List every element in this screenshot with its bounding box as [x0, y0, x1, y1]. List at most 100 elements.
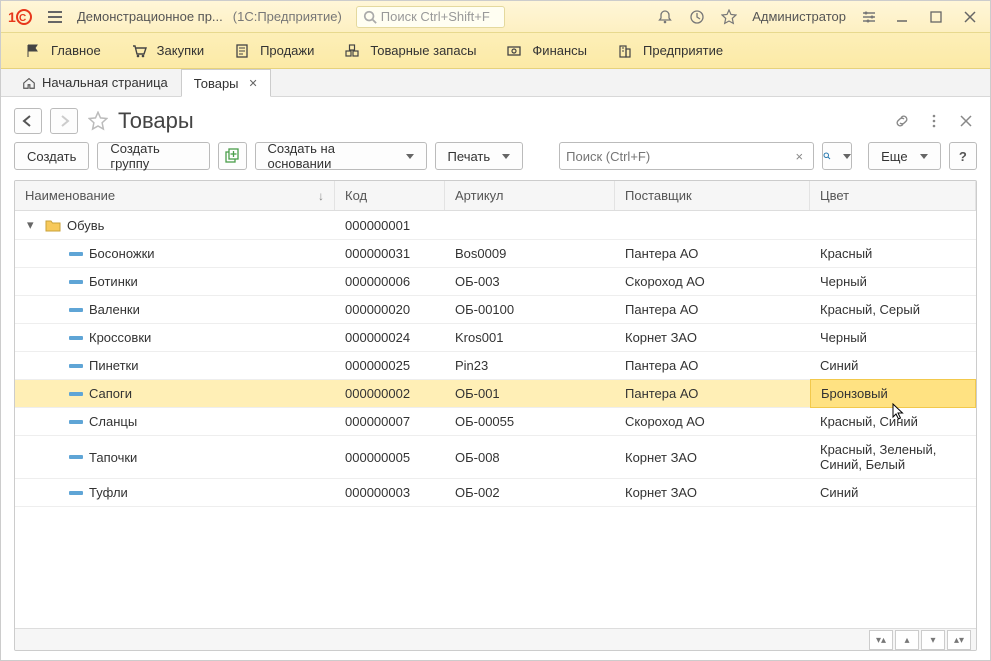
close-window-button[interactable]: [956, 4, 984, 30]
nav-label: Главное: [51, 43, 101, 58]
create-group-button[interactable]: Создать группу: [97, 142, 210, 170]
nav-item-5[interactable]: Предприятие: [603, 37, 737, 65]
minimize-button[interactable]: [888, 4, 916, 30]
scroll-down-icon[interactable]: ▾: [921, 630, 945, 650]
table-row[interactable]: Валенки000000020ОБ-00100Пантера АОКрасны…: [15, 296, 976, 324]
page-title: Товары: [118, 108, 194, 134]
search-icon: [363, 10, 377, 24]
star-icon[interactable]: [716, 4, 742, 30]
clear-search-icon[interactable]: ×: [792, 149, 808, 164]
table-row[interactable]: Сапоги000000002ОБ-001Пантера АОБронзовый: [15, 380, 976, 408]
money-icon: [506, 43, 522, 59]
nav-label: Товарные запасы: [370, 43, 476, 58]
th-color[interactable]: Цвет: [810, 181, 976, 210]
content-area: Товары Создать Создать группу Создать на…: [0, 96, 991, 661]
user-label[interactable]: Администратор: [752, 9, 846, 24]
scroll-up-icon[interactable]: ▴: [895, 630, 919, 650]
table-row[interactable]: Кроссовки000000024Kros001Корнет ЗАОЧерны…: [15, 324, 976, 352]
row-name: Сланцы: [89, 414, 137, 429]
table-row[interactable]: Ботинки000000006ОБ-003Скороход АОЧерный: [15, 268, 976, 296]
tree-toggle-icon[interactable]: ▾: [27, 217, 39, 233]
scroll-top-icon[interactable]: ▾▴: [869, 630, 893, 650]
more-vert-icon[interactable]: [923, 110, 945, 132]
cell-name: Кроссовки: [15, 324, 335, 351]
nav-item-4[interactable]: Финансы: [492, 37, 601, 65]
cell-name: Ботинки: [15, 268, 335, 295]
cell-supplier: Пантера АО: [615, 240, 810, 267]
create-button[interactable]: Создать: [14, 142, 89, 170]
row-name: Тапочки: [89, 450, 137, 465]
item-icon: [69, 280, 83, 284]
toolbar: Создать Создать группу Создать на основа…: [14, 142, 977, 170]
nav-forward-button[interactable]: [50, 108, 78, 134]
cell-name: Тапочки: [15, 436, 335, 478]
cell-color: Синий: [810, 352, 976, 379]
scroll-bottom-icon[interactable]: ▴▾: [947, 630, 971, 650]
app-title: Демонстрационное пр...: [77, 9, 223, 24]
list-search[interactable]: ×: [559, 142, 814, 170]
row-name: Босоножки: [89, 246, 155, 261]
cell-article: ОБ-003: [445, 268, 615, 295]
cell-color: Красный, Серый: [810, 296, 976, 323]
th-supplier[interactable]: Поставщик: [615, 181, 810, 210]
table-row[interactable]: Сланцы000000007ОБ-00055Скороход АОКрасны…: [15, 408, 976, 436]
item-icon: [69, 491, 83, 495]
copy-create-button[interactable]: [218, 142, 246, 170]
history-icon[interactable]: [684, 4, 710, 30]
favorite-toggle[interactable]: [86, 109, 110, 133]
nav-item-0[interactable]: Главное: [11, 37, 115, 65]
row-name: Ботинки: [89, 274, 138, 289]
cell-article: [445, 211, 615, 239]
table-row[interactable]: Туфли000000003ОБ-002Корнет ЗАОСиний: [15, 479, 976, 507]
nav-item-2[interactable]: Продажи: [220, 37, 328, 65]
row-name: Сапоги: [89, 386, 132, 401]
logo-1c: 1С: [7, 7, 39, 27]
platform-label: (1С:Предприятие): [233, 9, 342, 24]
tab-goods[interactable]: Товары ✕: [181, 69, 271, 97]
print-button[interactable]: Печать: [435, 142, 524, 170]
table-row[interactable]: ▾Обувь000000001: [15, 211, 976, 240]
cell-code: 000000024: [335, 324, 445, 351]
cell-code: 000000005: [335, 436, 445, 478]
row-name: Обувь: [67, 218, 104, 233]
more-button[interactable]: Еще: [868, 142, 940, 170]
maximize-button[interactable]: [922, 4, 950, 30]
cell-color: Красный, Зеленый, Синий, Белый: [810, 436, 976, 478]
cell-article: ОБ-00055: [445, 408, 615, 435]
list-search-input[interactable]: [566, 149, 791, 164]
cell-color: Синий: [810, 479, 976, 506]
boxes-icon: [344, 43, 360, 59]
nav-item-3[interactable]: Товарные запасы: [330, 37, 490, 65]
menu-icon[interactable]: [45, 7, 65, 27]
nav-back-button[interactable]: [14, 108, 42, 134]
link-icon[interactable]: [891, 110, 913, 132]
table-row[interactable]: Босоножки000000031Bos0009Пантера АОКрасн…: [15, 240, 976, 268]
row-name: Пинетки: [89, 358, 139, 373]
th-code[interactable]: Код: [335, 181, 445, 210]
th-article[interactable]: Артикул: [445, 181, 615, 210]
flag-icon: [25, 43, 41, 59]
search-options-button[interactable]: [822, 142, 852, 170]
cell-article: Pin23: [445, 352, 615, 379]
item-icon: [69, 336, 83, 340]
cell-supplier: Корнет ЗАО: [615, 324, 810, 351]
tab-home[interactable]: Начальная страница: [9, 69, 181, 96]
settings-icon[interactable]: [856, 4, 882, 30]
cell-code: 000000025: [335, 352, 445, 379]
close-page-icon[interactable]: [955, 110, 977, 132]
cell-supplier: Пантера АО: [615, 352, 810, 379]
bell-icon[interactable]: [652, 4, 678, 30]
table-row[interactable]: Пинетки 000000025Pin23Пантера АОСиний: [15, 352, 976, 380]
global-search[interactable]: Поиск Ctrl+Shift+F: [356, 6, 505, 28]
cell-code: 000000006: [335, 268, 445, 295]
tab-close-icon[interactable]: ✕: [249, 77, 258, 90]
page-header: Товары: [14, 108, 977, 134]
nav-item-1[interactable]: Закупки: [117, 37, 218, 65]
item-icon: [69, 364, 83, 368]
cell-name: Босоножки: [15, 240, 335, 267]
th-name[interactable]: Наименование↓: [15, 181, 335, 210]
table-row[interactable]: Тапочки000000005ОБ-008Корнет ЗАОКрасный,…: [15, 436, 976, 479]
help-button[interactable]: ?: [949, 142, 977, 170]
create-based-on-button[interactable]: Создать на основании: [255, 142, 427, 170]
receipt-icon: [234, 43, 250, 59]
